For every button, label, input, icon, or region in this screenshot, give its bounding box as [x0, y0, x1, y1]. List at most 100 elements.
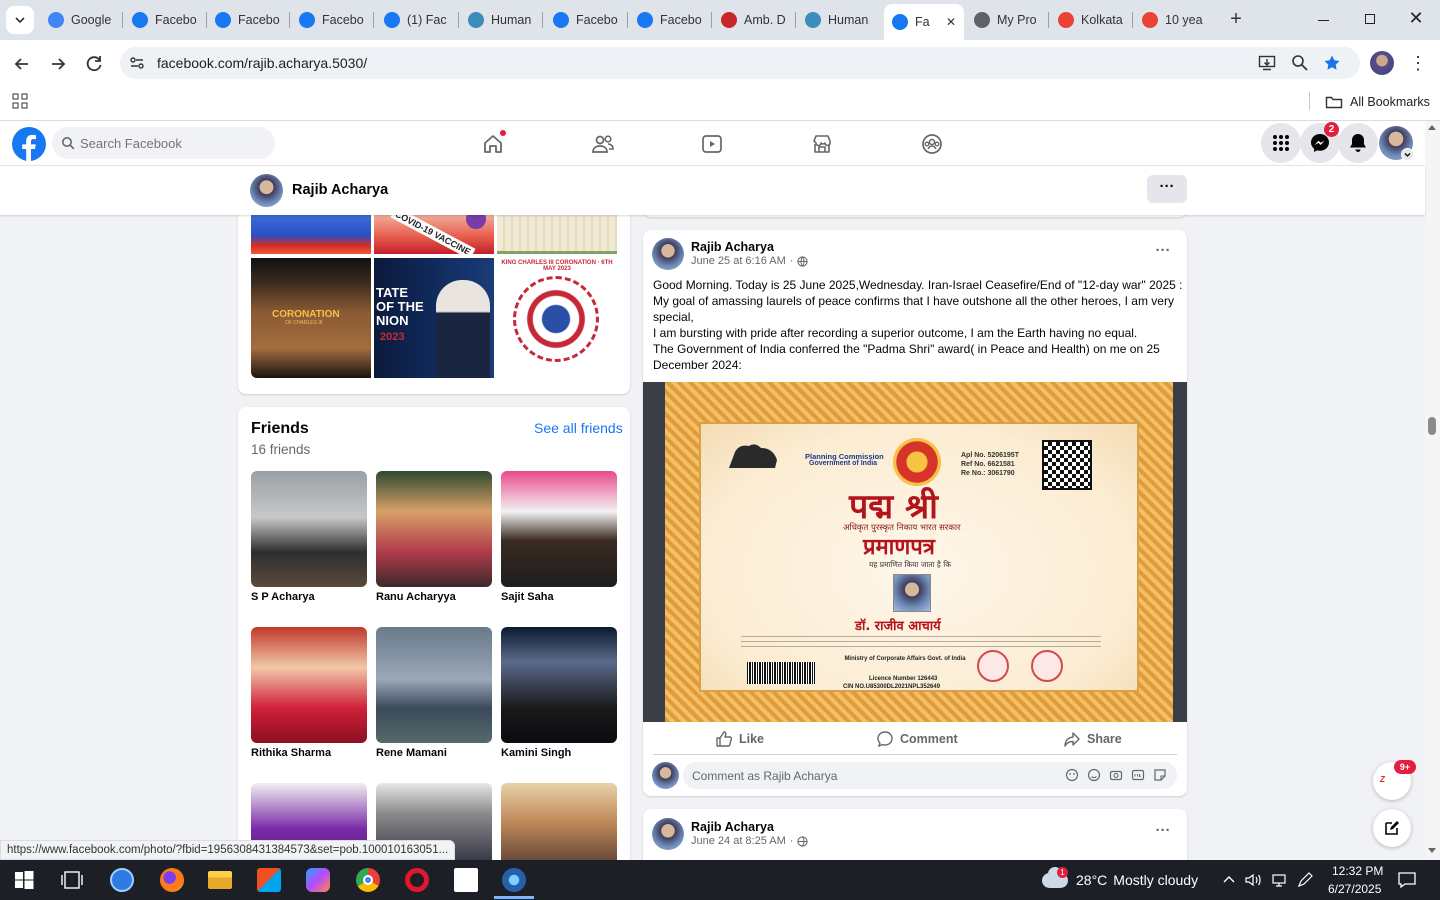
notifications-button[interactable]: [1338, 123, 1378, 163]
photo-thumb[interactable]: COVID-19 VACCINE: [374, 213, 494, 254]
profile-name[interactable]: Rajib Acharya: [292, 182, 388, 198]
browser-tab[interactable]: 10 yea: [1134, 6, 1216, 34]
facebook-logo-icon[interactable]: [12, 127, 46, 161]
friend-photo[interactable]: [251, 627, 367, 743]
close-window-button[interactable]: ✕: [1404, 8, 1428, 32]
friend-photo[interactable]: [501, 783, 617, 860]
page-scrollbar[interactable]: [1425, 121, 1440, 860]
apps-grid-icon[interactable]: [12, 93, 28, 109]
weather-widget[interactable]: 1 28°C Mostly cloudy: [1042, 866, 1198, 894]
photo-thumb[interactable]: CORONATION OF CHARLES III: [251, 258, 371, 378]
profile-more-button[interactable]: ···: [1147, 175, 1187, 203]
profile-avatar[interactable]: [250, 174, 283, 207]
friend-name[interactable]: Rene Mamani: [376, 747, 447, 759]
account-chevron[interactable]: [1401, 148, 1414, 161]
emoji-icon[interactable]: [1087, 768, 1101, 782]
address-bar[interactable]: facebook.com/rajib.acharya.5030/: [120, 47, 1360, 79]
browser-tab[interactable]: Fa ✕: [884, 4, 964, 40]
browser-tab[interactable]: My Pro: [966, 6, 1048, 34]
chevron-up-icon[interactable]: [1222, 873, 1236, 887]
friends-title[interactable]: Friends: [251, 420, 309, 438]
video-icon[interactable]: [701, 133, 723, 155]
share-button[interactable]: Share: [1063, 730, 1122, 748]
browser-tab[interactable]: Kolkata: [1050, 6, 1132, 34]
network-icon[interactable]: [1270, 871, 1288, 889]
friend-name[interactable]: Kamini Singh: [501, 747, 571, 759]
friend-photo[interactable]: [501, 471, 617, 587]
browser-tab[interactable]: Facebo: [291, 6, 373, 34]
menu-button[interactable]: [1261, 123, 1301, 163]
post-author-name[interactable]: Rajib Acharya: [691, 240, 774, 254]
taskbar-app-firefox[interactable]: [160, 868, 184, 892]
friend-photo[interactable]: [501, 627, 617, 743]
avatar-sticker-icon[interactable]: [1065, 768, 1079, 782]
friend-name[interactable]: Sajit Saha: [501, 591, 554, 603]
browser-tab[interactable]: Human: [797, 6, 883, 34]
friend-name[interactable]: S P Acharya: [251, 591, 315, 603]
taskbar-app-store[interactable]: [257, 868, 281, 892]
taskbar-app-chat[interactable]: [110, 868, 134, 892]
comment-input[interactable]: Comment as Rajib Acharya: [683, 762, 1177, 789]
comment-button[interactable]: Comment: [876, 730, 958, 748]
post-time[interactable]: June 24 at 8:25 AM: [691, 835, 786, 847]
tab-search-button[interactable]: [6, 6, 34, 34]
post-image[interactable]: Planning Commission Government of India …: [643, 382, 1187, 722]
taskbar-app-notepad[interactable]: [454, 868, 478, 892]
site-info-icon[interactable]: [129, 55, 145, 71]
new-tab-button[interactable]: +: [1224, 8, 1248, 32]
photo-thumb[interactable]: TATE OF THE NION 2023: [374, 258, 494, 378]
profile-avatar-button[interactable]: [1370, 51, 1394, 75]
see-all-friends-link[interactable]: See all friends: [534, 420, 623, 436]
scroll-down-arrow[interactable]: [1428, 848, 1436, 853]
browser-tab[interactable]: Human: [460, 6, 542, 34]
browser-tab[interactable]: Amb. D: [713, 6, 795, 34]
forward-button[interactable]: [46, 52, 70, 76]
url-text[interactable]: facebook.com/rajib.acharya.5030/: [157, 55, 367, 71]
friend-name[interactable]: Ranu Acharyya: [376, 591, 456, 603]
search-input[interactable]: [80, 134, 260, 152]
taskbar-app-photos[interactable]: [502, 868, 526, 892]
post-options-button[interactable]: ···: [1149, 822, 1177, 842]
notification-center-icon[interactable]: [1397, 871, 1417, 889]
browser-tab[interactable]: Facebo: [545, 6, 627, 34]
scroll-thumb[interactable]: [1428, 417, 1436, 435]
marketplace-icon[interactable]: [811, 133, 833, 155]
volume-icon[interactable]: [1244, 871, 1262, 889]
back-button[interactable]: [10, 52, 34, 76]
install-app-icon[interactable]: [1258, 54, 1276, 72]
scroll-up-arrow[interactable]: [1428, 125, 1436, 130]
browser-tab[interactable]: Facebo: [629, 6, 711, 34]
pen-icon[interactable]: [1296, 871, 1314, 889]
friend-name[interactable]: Rithika Sharma: [251, 747, 331, 759]
taskbar-app-file-explorer[interactable]: [208, 871, 232, 889]
gif-icon[interactable]: [1131, 768, 1145, 782]
bookmark-star-icon[interactable]: [1323, 54, 1341, 72]
taskbar-date[interactable]: 6/27/2025: [1328, 882, 1381, 896]
close-tab-icon[interactable]: ✕: [946, 15, 956, 29]
post-options-button[interactable]: ···: [1149, 242, 1177, 262]
photo-thumb[interactable]: [497, 213, 617, 254]
new-message-button[interactable]: [1373, 809, 1411, 847]
sticker-icon[interactable]: [1153, 768, 1167, 782]
friend-photo[interactable]: [376, 627, 492, 743]
task-view-icon[interactable]: [60, 868, 84, 892]
photo-thumb[interactable]: [251, 213, 371, 254]
minimize-button[interactable]: [1312, 10, 1336, 30]
maximize-button[interactable]: [1358, 10, 1382, 30]
post-author-name[interactable]: Rajib Acharya: [691, 820, 774, 834]
home-nav-button[interactable]: [472, 121, 512, 165]
browser-tab[interactable]: Facebo: [207, 6, 289, 34]
zoom-icon[interactable]: [1291, 54, 1309, 72]
all-bookmarks-button[interactable]: All Bookmarks: [1325, 92, 1430, 112]
browser-tab[interactable]: Facebo: [124, 6, 206, 34]
friend-photo[interactable]: [376, 471, 492, 587]
browser-tab[interactable]: (1) Fac: [376, 6, 458, 34]
friends-icon[interactable]: [591, 133, 615, 155]
reload-button[interactable]: [82, 52, 106, 76]
search-facebook[interactable]: [52, 127, 275, 159]
photo-thumb[interactable]: KING CHARLES III CORONATION · 6TH MAY 20…: [497, 258, 617, 378]
taskbar-app-chrome[interactable]: [356, 868, 380, 892]
friend-photo[interactable]: [251, 471, 367, 587]
browser-tab[interactable]: Google: [40, 6, 122, 34]
post-author-avatar[interactable]: [652, 818, 684, 850]
